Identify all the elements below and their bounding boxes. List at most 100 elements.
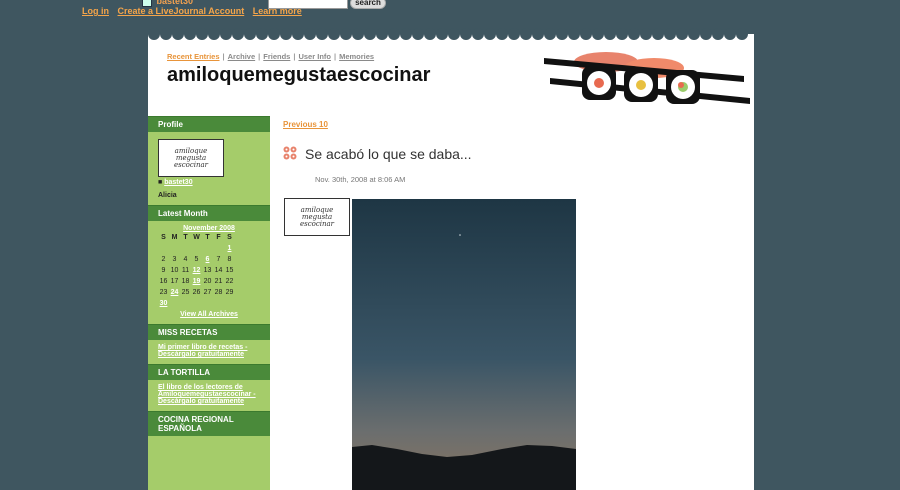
calendar-day[interactable]: 24 xyxy=(169,287,180,298)
calendar-day: 13 xyxy=(203,267,212,274)
calendar-day: 20 xyxy=(203,278,212,285)
search-input[interactable] xyxy=(268,0,348,9)
scallop-bump xyxy=(196,28,208,40)
calendar-day xyxy=(202,243,213,254)
entry-photo[interactable] xyxy=(352,199,576,490)
entry-flower-icon xyxy=(283,146,297,160)
nav-archive[interactable]: Archive xyxy=(228,52,256,61)
profile-image[interactable]: amiloque megusta escocinar xyxy=(158,139,224,177)
calendar-month: November 2008 xyxy=(158,225,260,232)
scallop-bump xyxy=(256,28,268,40)
calendar-day[interactable]: 6 xyxy=(202,254,213,265)
calendar-day: 4 xyxy=(183,256,188,263)
calendar-day[interactable]: 19 xyxy=(191,276,202,287)
calendar-day-header: M xyxy=(171,234,178,241)
scallop-bump xyxy=(544,28,556,40)
scallop-bump xyxy=(568,28,580,40)
calendar-day: 17 xyxy=(170,278,179,285)
scallop-bump xyxy=(268,28,280,40)
scallop-bump xyxy=(160,28,172,40)
nav-friends[interactable]: Friends xyxy=(263,52,290,61)
scallop-bump xyxy=(376,28,388,40)
login-link[interactable]: Log in xyxy=(82,6,109,16)
calendar-day[interactable]: 1 xyxy=(224,243,235,254)
calendar-day: 9 xyxy=(161,267,166,274)
scallop-bump xyxy=(628,28,640,40)
profile-username-link[interactable]: bastet30 xyxy=(164,179,192,186)
scallop-bump xyxy=(244,28,256,40)
calendar-day xyxy=(191,243,202,254)
journal-title[interactable]: amiloquemegustaescocinar xyxy=(167,64,430,87)
calendar-day: 11 xyxy=(181,267,190,274)
profile-image-text: amiloque megusta escocinar xyxy=(173,146,209,169)
scallop-bump xyxy=(340,28,352,40)
scallop-bump xyxy=(304,28,316,40)
calendar-day-header: W xyxy=(193,234,200,241)
profile-name: Alicia xyxy=(158,192,177,199)
scallop-bump xyxy=(388,28,400,40)
calendar-day: 5 xyxy=(194,256,199,263)
miss-recetas-link[interactable]: Mi primer libro de recetas - Descárgalo … xyxy=(158,344,247,358)
nav-memories[interactable]: Memories xyxy=(339,52,374,61)
calendar-day: 16 xyxy=(159,278,168,285)
livejournal-topbar: bastet30 Log in Create a LiveJournal Acc… xyxy=(0,0,900,28)
user-icon: ■ xyxy=(158,179,163,186)
scallop-bump xyxy=(472,28,484,40)
calendar-day-header: F xyxy=(216,234,221,241)
calendar-box: November 2008 S M T W T F S 1 2 3 4 5 6 7 8 9 10 11 12 13 14… xyxy=(148,221,270,324)
sidebar: Profile amiloque megusta escocinar ■ bas… xyxy=(148,116,270,490)
scallop-bump xyxy=(520,28,532,40)
journal-header: Recent Entries | Archive | Friends | User Info… xyxy=(148,28,754,116)
la-tortilla-link[interactable]: El libro de los lectores de Amiloquemegu… xyxy=(158,384,256,405)
calendar-day xyxy=(169,243,180,254)
scallop-bump xyxy=(508,28,520,40)
scallop-bump xyxy=(700,28,712,40)
calendar-day[interactable]: 12 xyxy=(191,265,202,276)
scallop-bump xyxy=(604,28,616,40)
calendar-day: 10 xyxy=(170,267,179,274)
calendar-month-link[interactable]: November 2008 xyxy=(183,225,235,232)
entry-title[interactable]: Se acabó lo que se daba... xyxy=(305,146,472,162)
latest-month-heading: Latest Month xyxy=(148,205,270,221)
previous-10-link[interactable]: Previous 10 xyxy=(283,120,328,129)
scallop-bump xyxy=(328,28,340,40)
calendar-day-header: S xyxy=(161,234,166,241)
calendar-day: 21 xyxy=(214,278,223,285)
calendar-day xyxy=(169,298,180,309)
scallop-bump xyxy=(232,28,244,40)
calendar-day xyxy=(180,243,191,254)
scallop-bump xyxy=(292,28,304,40)
calendar-day: 27 xyxy=(203,289,212,296)
scallop-bump xyxy=(448,28,460,40)
calendar-day: 14 xyxy=(214,267,223,274)
entry-userpic: amiloque megusta escocinar xyxy=(284,198,350,236)
scallop-bump xyxy=(556,28,568,40)
scallop-bump xyxy=(676,28,688,40)
calendar-day xyxy=(158,243,169,254)
nav-user-info[interactable]: User Info xyxy=(298,52,331,61)
cocina-regional-heading: COCINA REGIONAL ESPAÑOLA xyxy=(148,411,270,436)
create-account-link[interactable]: Create a LiveJournal Account xyxy=(118,6,245,16)
miss-recetas-heading: MISS RECETAS xyxy=(148,324,270,340)
calendar-day: 29 xyxy=(225,289,234,296)
calendar-day xyxy=(180,298,191,309)
calendar-day xyxy=(213,243,224,254)
calendar-day-header: S xyxy=(227,234,232,241)
scallop-bump xyxy=(148,28,160,40)
nav-recent-entries[interactable]: Recent Entries xyxy=(167,52,220,61)
calendar-day[interactable]: 30 xyxy=(158,298,169,309)
scallop-bump xyxy=(484,28,496,40)
calendar-day xyxy=(191,298,202,309)
scallop-bump xyxy=(640,28,652,40)
scallop-bump xyxy=(184,28,196,40)
scallop-bump xyxy=(664,28,676,40)
main-content: Previous 10 Se acabó lo que se daba... N… xyxy=(270,116,754,490)
calendar-day xyxy=(202,298,213,309)
scallop-bump xyxy=(436,28,448,40)
calendar-day: 8 xyxy=(227,256,232,263)
scallop-bump xyxy=(616,28,628,40)
scallop-bump xyxy=(688,28,700,40)
la-tortilla-heading: LA TORTILLA xyxy=(148,364,270,380)
search-button[interactable]: search xyxy=(350,0,386,9)
view-all-archives-link[interactable]: View All Archives xyxy=(180,311,238,318)
